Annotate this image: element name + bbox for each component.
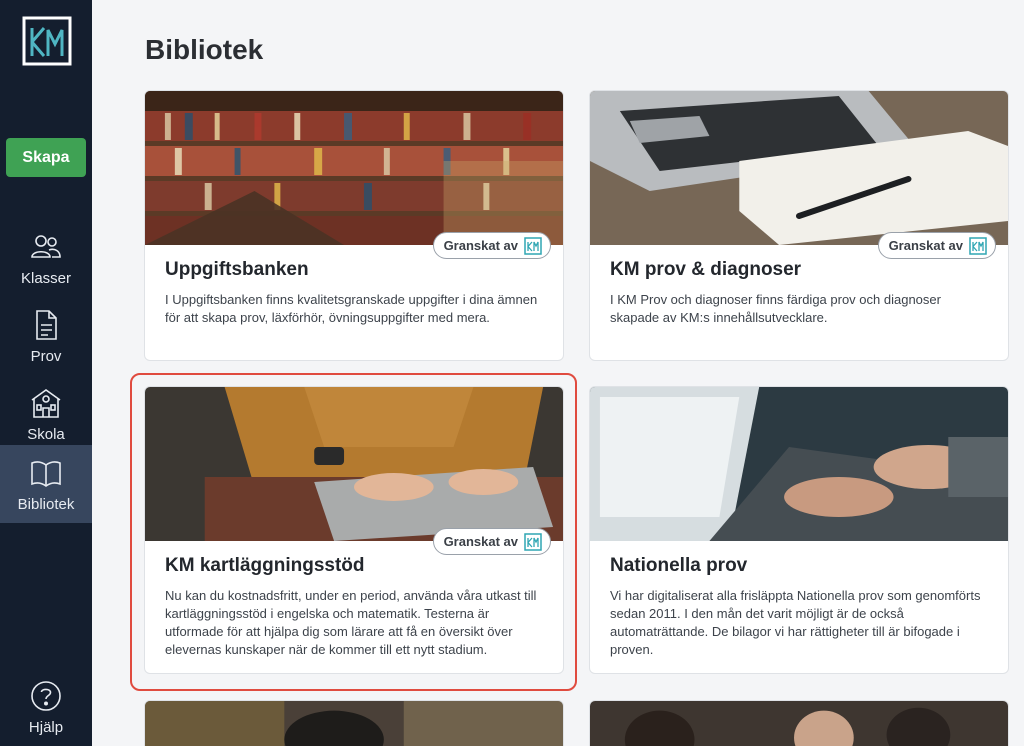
sidebar-item-prov[interactable]: Prov: [0, 297, 92, 375]
card-description: Vi har digitaliserat alla frisläppta Nat…: [610, 588, 981, 657]
people-icon: [31, 234, 61, 258]
classroom-photo: [145, 701, 563, 746]
reviewed-badge: Granskat av: [432, 528, 551, 555]
document-icon: [36, 309, 57, 340]
card-title: KM prov & diagnoser: [610, 259, 802, 280]
km-mini-logo-icon: [969, 236, 987, 255]
sidebar-item-bibliotek[interactable]: Bibliotek: [0, 445, 92, 523]
reviewed-badge: Granskat av: [432, 232, 551, 259]
laptop-notebook-photo: [590, 91, 1008, 245]
reviewed-badge: Granskat av: [877, 232, 996, 259]
card-description: I Uppgiftsbanken finns kvalitetsgranskad…: [165, 292, 538, 325]
page-title: Bibliotek: [145, 34, 264, 65]
card-title: Nationella prov: [610, 555, 748, 576]
sidebar: Skapa Klasser Prov Skola Bibliotek Hjälp: [0, 0, 92, 746]
sidebar-item-hjalp[interactable]: Hjälp: [0, 668, 92, 746]
create-button[interactable]: Skapa: [6, 138, 86, 177]
sidebar-item-label: Skola: [27, 425, 65, 443]
card-partial-left[interactable]: [144, 700, 564, 746]
hands-keyboard-photo: [590, 387, 1008, 541]
badge-label: Granskat av: [443, 238, 518, 253]
sidebar-item-klasser[interactable]: Klasser: [0, 219, 92, 297]
card-uppgiftsbanken[interactable]: Granskat av Uppgiftsbanken I Uppgiftsban…: [144, 90, 564, 361]
badge-label: Granskat av: [888, 238, 963, 253]
sidebar-item-label: Bibliotek: [17, 495, 75, 513]
book-icon: [31, 460, 61, 487]
card-title: Uppgiftsbanken: [165, 259, 309, 280]
help-icon: [31, 680, 61, 711]
card-partial-right[interactable]: [589, 700, 1009, 746]
school-icon: [31, 388, 61, 418]
km-logo[interactable]: [22, 16, 72, 66]
km-mini-logo-icon: [524, 236, 542, 255]
sidebar-item-label: Hjälp: [28, 718, 64, 736]
badge-label: Granskat av: [443, 534, 518, 549]
library-bookshelves-photo: [145, 91, 563, 245]
sidebar-item-label: Klasser: [20, 269, 72, 287]
sidebar-item-label: Prov: [30, 347, 62, 365]
students-group-photo: [590, 701, 1008, 746]
card-description: I KM Prov och diagnoser finns färdiga pr…: [610, 292, 941, 325]
sidebar-item-skola[interactable]: Skola: [0, 375, 92, 453]
card-nationella-prov[interactable]: Nationella prov Vi har digitaliserat all…: [589, 386, 1009, 674]
card-km-prov-diagnoser[interactable]: Granskat av KM prov & diagnoser I KM Pro…: [589, 90, 1009, 361]
km-mini-logo-icon: [524, 532, 542, 551]
